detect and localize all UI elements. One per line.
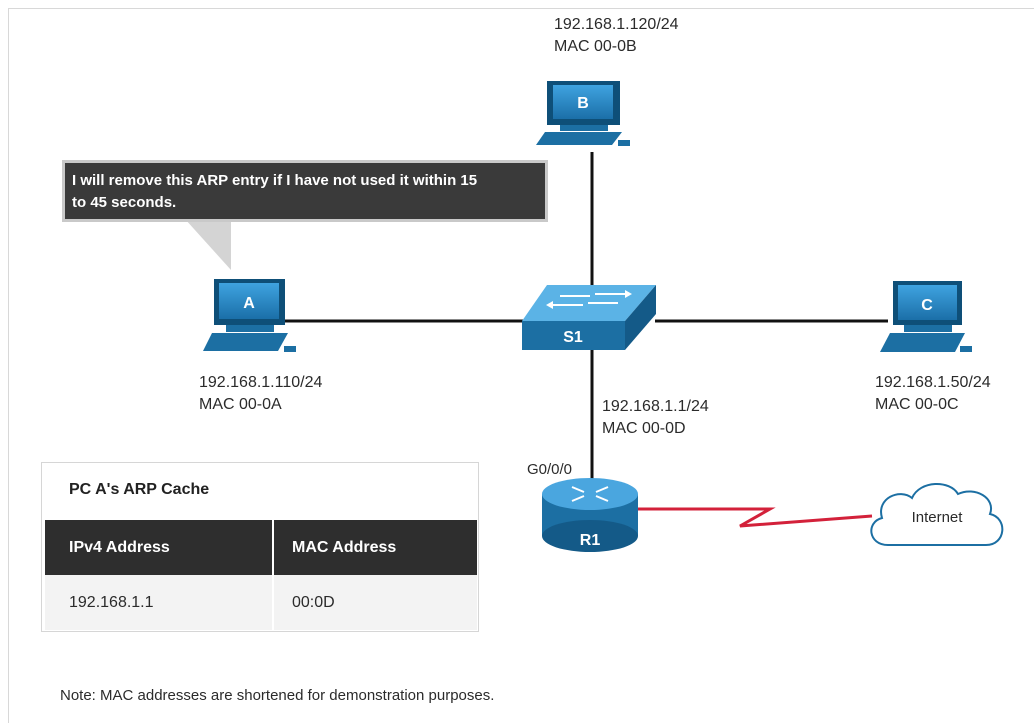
pc-c-mac: MAC 00-0C (875, 396, 959, 413)
router-mac: MAC 00-0D (602, 420, 686, 437)
table-header-row: IPv4 Address MAC Address (45, 520, 477, 575)
router-interface-label: G0/0/0 (527, 461, 573, 478)
pc-c-icon[interactable]: C (880, 281, 972, 352)
pc-a-ip: 192.168.1.110/24 (199, 374, 323, 391)
column-header-ipv4: IPv4 Address (45, 520, 273, 575)
pc-c-letter: C (921, 297, 933, 314)
pc-a-mac: MAC 00-0A (199, 396, 282, 413)
wan-link (637, 507, 873, 528)
callout-text-line1: I will remove this ARP entry if I have n… (72, 172, 478, 189)
pc-b-mac: MAC 00-0B (554, 38, 637, 55)
callout-pointer (185, 219, 231, 270)
switch-s1-name: S1 (563, 329, 583, 346)
internet-label: Internet (912, 509, 964, 526)
pc-a-letter: A (243, 295, 255, 312)
arp-cache-title: PC A's ARP Cache (69, 481, 210, 498)
pc-b-ip: 192.168.1.120/24 (554, 16, 679, 33)
pc-b-icon[interactable]: B (536, 81, 630, 146)
router-ip: 192.168.1.1/24 (602, 398, 709, 415)
cell-ipv4: 192.168.1.1 (45, 575, 273, 630)
column-header-mac: MAC Address (272, 520, 477, 575)
pc-b-letter: B (577, 95, 589, 112)
arp-cache-table: IPv4 Address MAC Address 192.168.1.1 00:… (45, 520, 477, 630)
pc-c-ip: 192.168.1.50/24 (875, 374, 991, 391)
switch-s1-icon[interactable]: S1 (522, 285, 656, 350)
cell-mac: 00:0D (272, 575, 477, 630)
internet-cloud-icon[interactable]: Internet (870, 482, 1004, 546)
pc-a-icon[interactable]: A (203, 279, 296, 352)
table-row: 192.168.1.1 00:0D (45, 575, 477, 630)
arp-callout: I will remove this ARP entry if I have n… (62, 160, 548, 222)
callout-text-line2: to 45 seconds. (72, 194, 177, 211)
router-r1-icon[interactable]: R1 (542, 478, 638, 552)
router-r1-name: R1 (580, 532, 601, 549)
footnote: Note: MAC addresses are shortened for de… (60, 687, 495, 704)
arp-cache-card: PC A's ARP Cache IPv4 Address MAC Addres… (41, 462, 479, 632)
